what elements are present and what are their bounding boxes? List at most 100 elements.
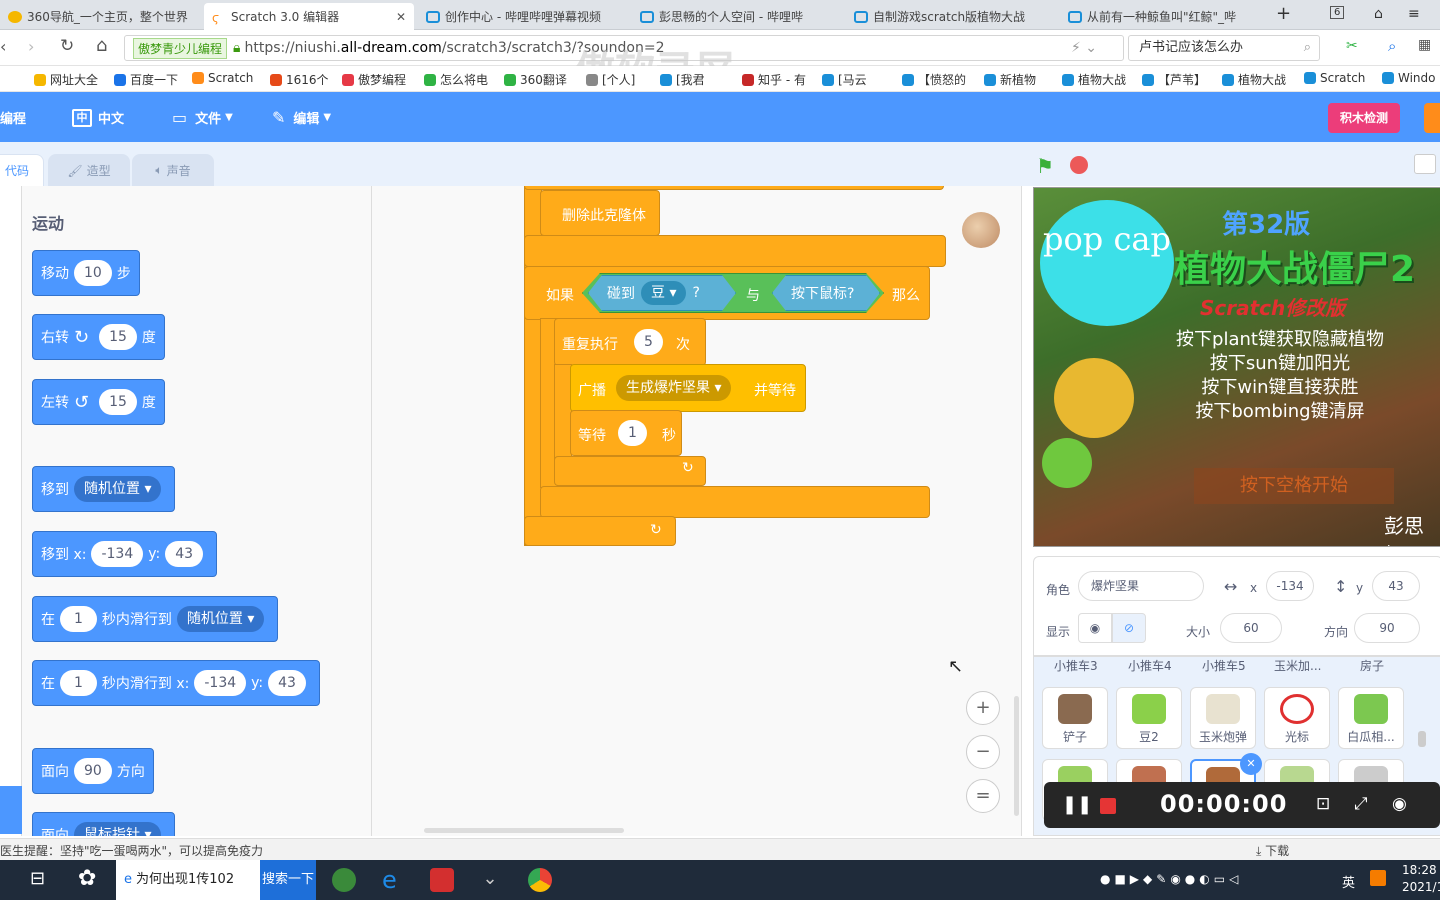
bookmark-item[interactable]: [个人] — [586, 71, 635, 88]
grid-icon[interactable]: ▦ — [1418, 37, 1431, 53]
bookmark-item[interactable]: 傲梦编程 — [342, 71, 406, 88]
download-button[interactable]: ⤓ 下载 — [1256, 842, 1289, 859]
bookmark-item[interactable]: Scratch — [1304, 71, 1365, 85]
sprite-tile[interactable]: 豆2 — [1116, 687, 1182, 749]
browser-tab-pvz[interactable]: 自制游戏scratch版植物大战 — [846, 3, 1056, 30]
shirt-icon[interactable]: ⌂ — [1374, 6, 1383, 22]
block-touching[interactable]: 碰到 豆 ▾ ? — [588, 275, 736, 311]
sprite-label[interactable]: 小推车4 — [1128, 657, 1172, 674]
home-icon[interactable]: ⌂ — [96, 35, 107, 56]
wait-seconds-input[interactable]: 1 — [618, 420, 647, 446]
taskbar-search-box[interactable]: e 为何出现1传102 — [116, 860, 260, 900]
chrome-icon[interactable] — [528, 868, 552, 892]
bookmark-item[interactable]: 植物大战 — [1222, 71, 1286, 88]
bookmark-item[interactable]: 知乎 - 有 — [742, 71, 806, 88]
sprite-tile[interactable]: 白瓜相... — [1338, 687, 1404, 749]
sprite-label[interactable]: 小推车5 — [1202, 657, 1246, 674]
extension-button[interactable] — [0, 786, 22, 834]
horizontal-scrollbar[interactable] — [424, 828, 624, 833]
360-browser-icon[interactable] — [332, 868, 356, 892]
sprite-label[interactable]: 玉米加... — [1274, 657, 1321, 674]
stop-icon[interactable] — [1070, 156, 1088, 174]
sprite-name-input[interactable]: 爆炸坚果 — [1078, 571, 1204, 601]
bookmark-item[interactable]: [马云 — [822, 71, 867, 88]
browser-tab-scratch[interactable]: ϛ Scratch 3.0 编辑器 ✕ — [204, 3, 414, 30]
pause-icon[interactable]: ❚❚ — [1062, 794, 1092, 815]
size-input[interactable]: 60 — [1220, 613, 1282, 643]
bookmark-item[interactable]: 怎么将电 — [424, 71, 488, 88]
sprite-label[interactable]: 房子 — [1360, 657, 1384, 674]
block-check-button[interactable]: 积木检测 — [1328, 103, 1400, 133]
stage-size-button[interactable] — [1414, 154, 1436, 174]
tab-costume[interactable]: 🖌︎ 造型 — [48, 154, 130, 186]
taskbar-search-button[interactable]: 搜索一下 — [260, 860, 316, 900]
edit-menu[interactable]: ✎ 编辑 ▼ — [272, 108, 331, 127]
block-goto-xy[interactable]: 移到 x: -134 y: 43 — [32, 531, 218, 577]
tab-code[interactable]: 代码 — [0, 154, 44, 186]
reload-icon[interactable]: ↻ — [60, 36, 74, 56]
camera-icon[interactable]: ◉ — [1392, 794, 1407, 814]
trash-icon[interactable]: ✕ — [1240, 753, 1262, 775]
bookmark-item[interactable]: 【愤怒的 — [902, 71, 966, 88]
show-hidden-button[interactable]: ⊘ — [1112, 613, 1146, 643]
direction-input[interactable]: 90 — [1354, 613, 1420, 643]
block-glide[interactable]: 在 1 秒内滑行到 随机位置 ▾ — [32, 596, 279, 642]
forward-icon[interactable]: › — [28, 37, 34, 56]
close-tab-icon[interactable]: ✕ — [390, 10, 406, 24]
scratch-logo[interactable]: 编程 — [0, 108, 26, 127]
bookmark-item[interactable]: 1616个 — [270, 71, 329, 88]
browser-tab-bilibili-space[interactable]: 彭思畅的个人空间 - 哔哩哔 — [632, 3, 842, 30]
block-turn-right[interactable]: 右转 ↻ 15 度 — [32, 314, 165, 360]
language-menu[interactable]: 中中文 — [72, 108, 124, 127]
repeat-count-input[interactable]: 5 — [634, 329, 663, 355]
bookmark-item[interactable]: 新植物 — [984, 71, 1036, 88]
ime-indicator[interactable]: 英 — [1342, 872, 1355, 891]
bookmark-item[interactable]: Scratch — [192, 71, 253, 85]
block-mouse-down[interactable]: 按下鼠标? — [772, 275, 880, 311]
block-point-towards[interactable]: 面向 鼠标指针 ▾ — [32, 812, 176, 836]
zoom-out-button[interactable]: − — [966, 735, 1000, 769]
tab-sound[interactable]: 🔈︎ 声音 — [132, 154, 214, 186]
bookmark-item[interactable]: 360翻译 — [504, 71, 567, 88]
search-field[interactable]: 卢书记应该怎么办 ⌕ — [1128, 35, 1320, 61]
sprite-list-scrollbar[interactable] — [1418, 731, 1426, 747]
menu-icon[interactable]: ≡ — [1408, 6, 1420, 22]
block-move[interactable]: 移动 10 步 — [32, 250, 140, 296]
y-input[interactable]: 43 — [1372, 571, 1420, 601]
bookmark-item[interactable]: Windo — [1382, 71, 1436, 85]
scissors-icon[interactable]: ✂ — [1346, 38, 1358, 54]
stage[interactable]: pop cap 第32版 植物大战僵尸2 Scratch修改版 按下plant键… — [1033, 187, 1440, 547]
new-tab-button[interactable]: + — [1276, 3, 1291, 24]
search-icon[interactable]: ⌕ — [1304, 36, 1311, 60]
task-view-icon[interactable]: ⊟ — [30, 868, 45, 889]
green-flag-icon[interactable]: ⚑ — [1036, 154, 1054, 178]
recorder-app-icon[interactable] — [430, 868, 454, 892]
browser-tab-360[interactable]: 360导航_一个主页，整个世界 — [0, 3, 200, 30]
edge-icon[interactable]: e — [382, 868, 406, 892]
block-turn-left[interactable]: 左转 ↺ 15 度 — [32, 379, 165, 425]
sprite-tile[interactable]: 玉米炮弹 — [1190, 687, 1256, 749]
sprite-label[interactable]: 小推车3 — [1054, 657, 1098, 674]
bookmark-item[interactable]: 【芦苇】 — [1142, 71, 1206, 88]
zoom-reset-button[interactable]: = — [966, 779, 1000, 813]
bookmark-item[interactable]: 植物大战 — [1062, 71, 1126, 88]
broadcast-message-dropdown[interactable]: 生成爆炸坚果 ▾ — [616, 375, 732, 401]
x-input[interactable]: -134 — [1266, 571, 1314, 601]
script-workspace[interactable]: 删除此克隆体 如果 碰到 豆 ▾ ? 与 按下鼠标? 那么 重复执行 5 次 广… — [372, 186, 1022, 836]
bookmark-item[interactable]: 网址大全 — [34, 71, 98, 88]
browser-tab-whale[interactable]: 从前有一种鲸鱼叫"红鲸"_哔 — [1060, 3, 1270, 30]
file-menu[interactable]: ▭ 文件 ▼ — [172, 108, 233, 127]
magnifier-icon[interactable]: ⌕ — [1388, 37, 1396, 55]
stop-record-icon[interactable] — [1100, 798, 1116, 814]
tray-icons[interactable]: ●■▶◆✎◉●◐▭◁ — [1100, 872, 1242, 886]
sprite-tile[interactable]: 铲子 — [1042, 687, 1108, 749]
tab-count-badge[interactable]: 6 — [1330, 6, 1345, 19]
pinwheel-icon[interactable]: ✿ — [78, 866, 96, 891]
browser-tab-bilibili-creator[interactable]: 创作中心 - 哔哩哔哩弹幕视频 — [418, 3, 628, 30]
expand-icon[interactable]: ⤢ — [1354, 794, 1368, 814]
bookmark-item[interactable]: 百度一下 — [114, 71, 178, 88]
bird-icon[interactable]: ⌄ — [478, 868, 502, 892]
sprite-tile[interactable]: 光标 — [1264, 687, 1330, 749]
show-visible-button[interactable]: ◉ — [1078, 613, 1112, 643]
extra-orange-button[interactable] — [1424, 103, 1440, 133]
